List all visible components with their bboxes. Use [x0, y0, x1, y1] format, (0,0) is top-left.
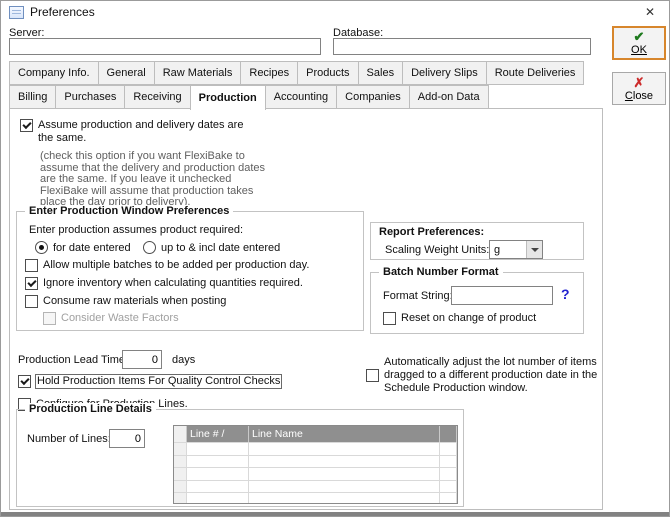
close-button-label: Close: [624, 89, 654, 102]
ok-button-label: OK: [631, 44, 647, 56]
tab-row-1: Company Info. General Raw Materials Reci…: [9, 61, 585, 85]
assume-dates-checkbox[interactable]: Assume production and delivery dates are…: [20, 119, 256, 145]
lead-time-label: Production Lead Time:: [18, 354, 129, 366]
tab-delivery-slips[interactable]: Delivery Slips: [402, 61, 487, 85]
lead-time-input[interactable]: [122, 350, 162, 369]
tab-products[interactable]: Products: [297, 61, 359, 85]
app-icon: [9, 5, 24, 19]
ok-check-icon: ✔: [633, 29, 645, 44]
assume-dates-note: (check this option if you want FlexiBake…: [40, 150, 266, 208]
report-preferences-box: Report Preferences: Scaling Weight Units…: [370, 222, 584, 260]
chevron-down-icon: [526, 241, 542, 258]
scaling-units-value: g: [494, 243, 501, 256]
hold-quality-checkbox[interactable]: Hold Production Items For Quality Contro…: [18, 374, 283, 389]
window-bottom-edge: [1, 512, 669, 516]
checkbox-box-icon: [18, 375, 31, 388]
tab-billing[interactable]: Billing: [9, 85, 57, 109]
server-input[interactable]: [9, 38, 321, 55]
production-line-details-group: Production Line Details Number of Lines:…: [16, 403, 464, 507]
format-string-label: Format String:: [383, 290, 453, 302]
ignore-inventory-checkbox[interactable]: Ignore inventory when calculating quanti…: [25, 277, 303, 290]
window-preferences-group-title: Enter Production Window Preferences: [25, 205, 234, 217]
assume-dates-label: Assume production and delivery dates are…: [38, 119, 244, 144]
checkbox-box-icon: [366, 369, 379, 382]
tab-recipes[interactable]: Recipes: [240, 61, 299, 85]
tab-purchases[interactable]: Purchases: [55, 85, 126, 109]
tab-accounting[interactable]: Accounting: [264, 85, 338, 109]
tab-companies[interactable]: Companies: [336, 85, 410, 109]
number-of-lines-label: Number of Lines:: [27, 433, 111, 445]
table-header-row: Line # / Line Name: [174, 426, 457, 442]
consider-waste-factors-checkbox: Consider Waste Factors: [43, 312, 179, 325]
tab-general[interactable]: General: [97, 61, 155, 85]
ok-button[interactable]: ✔ OK: [612, 26, 666, 60]
batch-number-format-title: Batch Number Format: [379, 266, 503, 278]
auto-adjust-lot-checkbox[interactable]: Automatically adjust the lot number of i…: [366, 356, 604, 395]
production-lines-table: Line # / Line Name: [173, 425, 458, 504]
checkbox-box-icon: [25, 259, 38, 272]
table-row[interactable]: [174, 454, 457, 468]
help-icon[interactable]: ?: [561, 286, 570, 302]
tab-route-deliveries[interactable]: Route Deliveries: [485, 61, 585, 85]
tab-company-info[interactable]: Company Info.: [9, 61, 99, 85]
window-title: Preferences: [30, 5, 95, 19]
window-preferences-group: Enter Production Window Preferences Ente…: [16, 205, 364, 331]
table-header-line-name[interactable]: Line Name: [249, 426, 440, 442]
scaling-units-select[interactable]: g: [489, 240, 543, 259]
tab-sales[interactable]: Sales: [357, 61, 404, 85]
radio-for-date-label: for date entered: [53, 241, 131, 254]
batch-number-format-group: Batch Number Format Format String: ? Res…: [370, 266, 584, 334]
radio-dot-icon: [143, 241, 156, 254]
table-header-extra: [440, 426, 457, 442]
table-header-selector: [174, 426, 187, 442]
lead-time-unit: days: [172, 354, 196, 366]
tab-raw-materials[interactable]: Raw Materials: [153, 61, 242, 85]
database-input[interactable]: [333, 38, 591, 55]
close-x-icon: ✗: [633, 74, 645, 90]
table-row[interactable]: [174, 479, 457, 493]
allow-multiple-batches-checkbox[interactable]: Allow multiple batches to be added per p…: [25, 259, 309, 272]
ignore-inventory-label: Ignore inventory when calculating quanti…: [43, 277, 303, 289]
tab-addon-data[interactable]: Add-on Data: [408, 85, 489, 109]
checkbox-box-icon: [20, 119, 33, 132]
tab-row-2: Billing Purchases Receiving Production A…: [9, 85, 489, 110]
tab-receiving[interactable]: Receiving: [124, 85, 191, 109]
radio-up-to-label: up to & incl date entered: [161, 241, 281, 254]
scaling-units-label: Scaling Weight Units:: [385, 244, 490, 256]
radio-dot-icon: [35, 241, 48, 254]
radio-up-to-incl-date[interactable]: up to & incl date entered: [143, 241, 280, 254]
checkbox-box-icon: [43, 312, 56, 325]
consume-raw-materials-label: Consume raw materials when posting: [43, 295, 227, 307]
checkbox-box-icon: [25, 277, 38, 290]
tab-production[interactable]: Production: [189, 85, 266, 110]
allow-multiple-batches-label: Allow multiple batches to be added per p…: [43, 259, 310, 271]
checkbox-box-icon: [383, 312, 396, 325]
format-string-input[interactable]: [451, 286, 553, 305]
radio-for-date-entered[interactable]: for date entered: [35, 241, 131, 254]
number-of-lines-input[interactable]: [109, 429, 145, 448]
production-line-details-title: Production Line Details: [25, 403, 156, 415]
titlebar: Preferences ✕: [1, 1, 669, 23]
window-close-icon[interactable]: ✕: [631, 1, 669, 23]
product-required-prompt: Enter production assumes product require…: [29, 224, 244, 236]
checkbox-box-icon: [25, 295, 38, 308]
reset-on-change-checkbox[interactable]: Reset on change of product: [383, 312, 536, 325]
hold-quality-label: Hold Production Items For Quality Contro…: [34, 374, 283, 389]
table-header-line-number[interactable]: Line # /: [187, 426, 249, 442]
table-row[interactable]: [174, 492, 457, 503]
consider-waste-factors-label: Consider Waste Factors: [61, 312, 179, 324]
report-preferences-title: Report Preferences:: [379, 226, 485, 238]
reset-on-change-label: Reset on change of product: [401, 312, 537, 324]
consume-raw-materials-checkbox[interactable]: Consume raw materials when posting: [25, 295, 226, 308]
table-row[interactable]: [174, 467, 457, 480]
auto-adjust-lot-label: Automatically adjust the lot number of i…: [384, 356, 598, 394]
close-button[interactable]: ✗ Close: [612, 72, 666, 105]
preferences-dialog: Preferences ✕ Server: Database: ✔ OK ✗ C…: [0, 0, 670, 517]
production-tab-panel: Assume production and delivery dates are…: [9, 108, 603, 510]
table-row[interactable]: [174, 442, 457, 455]
